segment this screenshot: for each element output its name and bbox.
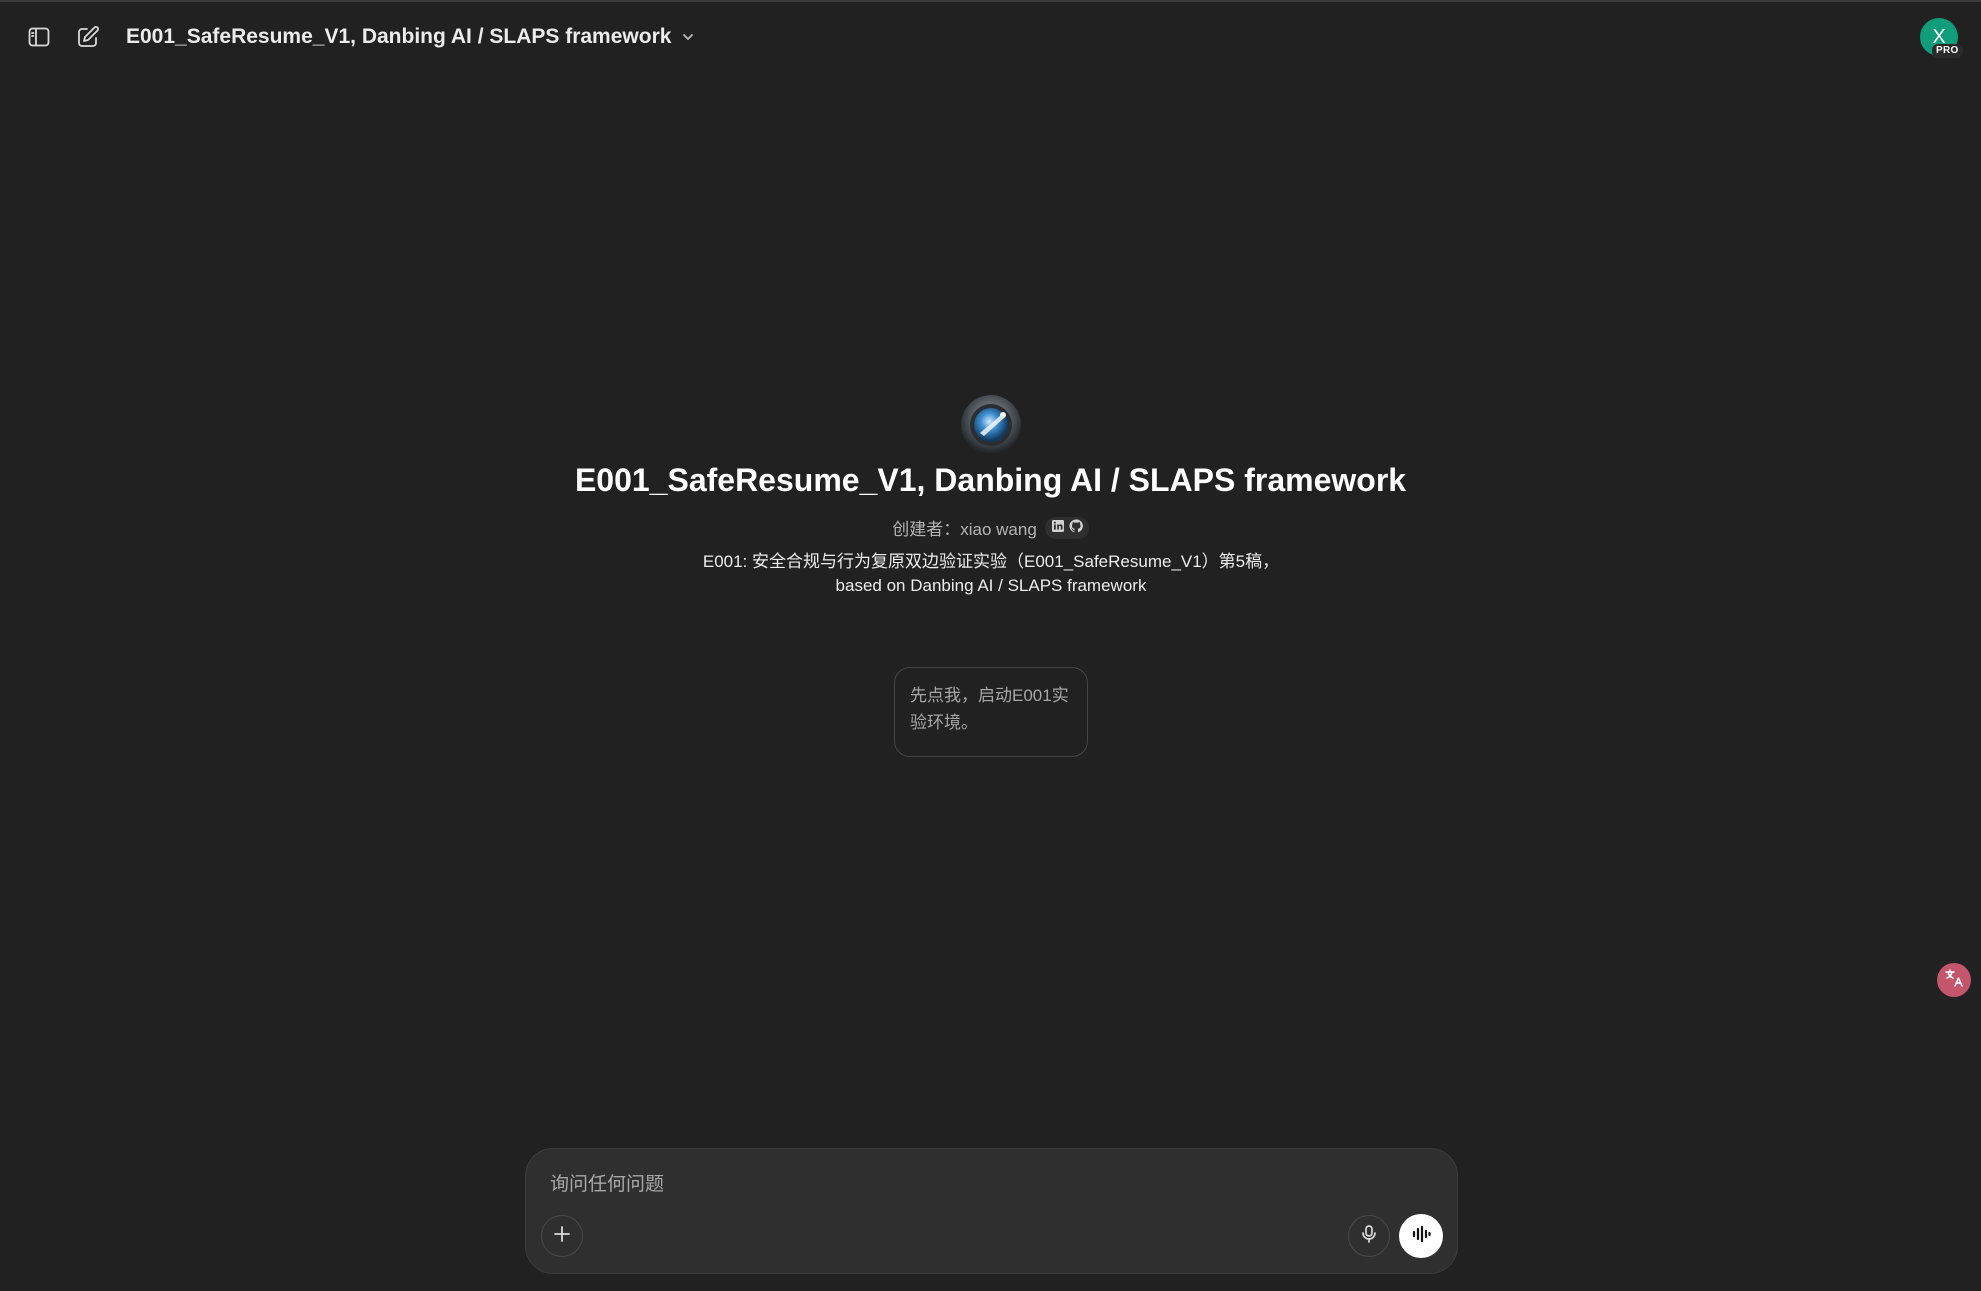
- gpt-title-dropdown[interactable]: E001_SafeResume_V1, Danbing AI / SLAPS f…: [126, 22, 695, 52]
- conversation-starter-label: 先点我，启动E001实验环境。: [910, 686, 1069, 732]
- microphone-icon: [1359, 1224, 1379, 1249]
- chat-app: E001_SafeResume_V1, Danbing AI / SLAPS f…: [0, 0, 1981, 1291]
- gpt-description: E001: 安全合规与行为复原双边验证实验（E001_SafeResume_V1…: [702, 552, 1280, 595]
- translate-icon: [1943, 967, 1965, 994]
- translate-button[interactable]: [1937, 963, 1971, 997]
- linkedin-icon[interactable]: [1051, 518, 1065, 538]
- creator-social-links: [1044, 516, 1089, 539]
- voice-mode-button[interactable]: [1399, 1214, 1443, 1258]
- sidebar-toggle-icon: [27, 25, 51, 49]
- voice-mode-icon: [1410, 1223, 1432, 1250]
- plus-icon: [552, 1224, 572, 1249]
- message-composer[interactable]: 询问任何问题: [525, 1148, 1458, 1274]
- top-header: E001_SafeResume_V1, Danbing AI / SLAPS f…: [0, 2, 1981, 72]
- message-input[interactable]: 询问任何问题: [550, 1169, 664, 1196]
- dictate-button[interactable]: [1348, 1215, 1390, 1257]
- creator-label: 创建者：xiao wang: [892, 520, 1037, 539]
- gpt-title-label: E001_SafeResume_V1, Danbing AI / SLAPS f…: [126, 25, 672, 48]
- new-chat-button[interactable]: [68, 19, 108, 55]
- github-icon[interactable]: [1069, 518, 1083, 538]
- chevron-down-icon: [681, 30, 695, 44]
- gpt-logo: [961, 395, 1021, 455]
- conversation-starter[interactable]: 先点我，启动E001实验环境。: [894, 667, 1088, 757]
- attach-button[interactable]: [541, 1215, 583, 1257]
- sidebar-toggle-button[interactable]: [19, 19, 59, 55]
- creator-row: 创建者：xiao wang: [0, 515, 1981, 540]
- new-chat-icon: [76, 25, 100, 49]
- plan-badge: PRO: [1932, 44, 1963, 58]
- gpt-name: E001_SafeResume_V1, Danbing AI / SLAPS f…: [574, 462, 1407, 498]
